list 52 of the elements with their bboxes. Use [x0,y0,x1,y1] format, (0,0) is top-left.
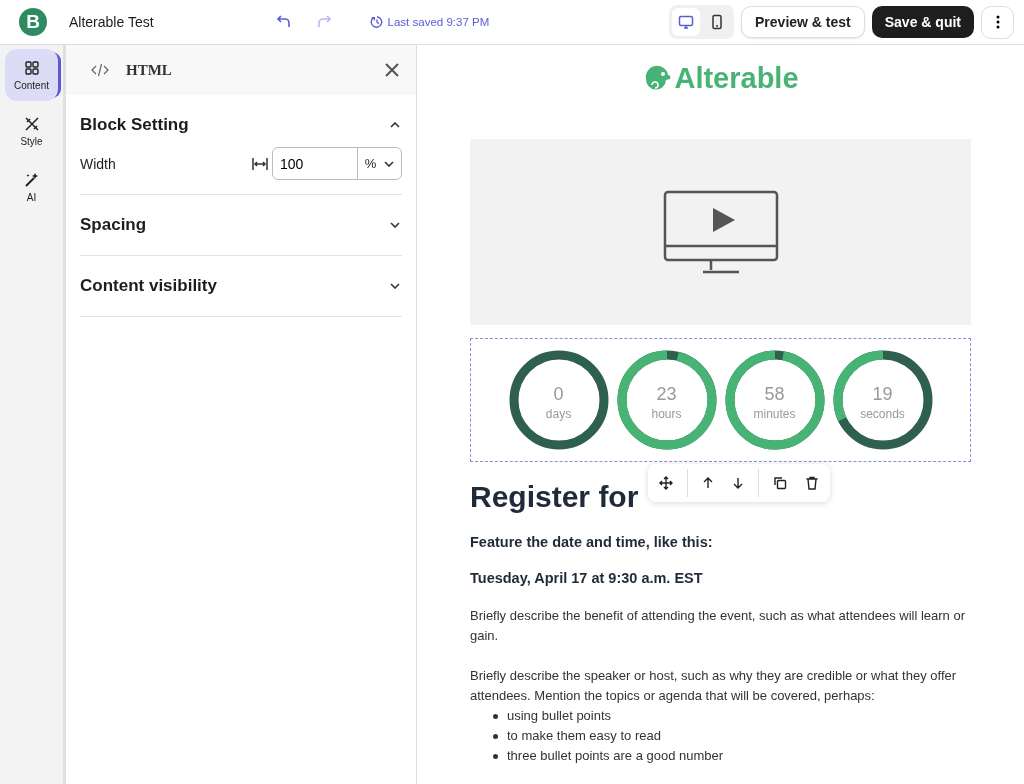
close-icon[interactable] [385,63,399,77]
width-input[interactable]: 100 [273,148,358,179]
monitor-icon[interactable] [678,14,695,30]
preview-button[interactable]: Preview & test [741,6,865,38]
field-label: Width [80,155,116,172]
countdown-value: 58 [764,383,785,405]
save-button[interactable]: Save & quit [871,6,974,38]
bullet-text: using bullet points [507,707,612,725]
brush-icon[interactable] [23,115,40,132]
bullet-text: to make them easy to read [507,727,661,745]
brand-name: Alterable [674,61,799,95]
bullet-text: three bullet points are a good number [507,747,724,765]
move-up-icon[interactable] [702,477,714,489]
email-subheading: Feature the date and time, like this: [470,534,714,550]
rail-tab[interactable]: AI [5,161,58,213]
email-paragraph: Briefly describe the benefit of attending the event, such as what attendees will learn or gain. [470,607,966,645]
chevron-icon[interactable] [390,122,400,128]
countdown-unit: hours [651,406,682,421]
width-field[interactable]: 100 % [272,147,402,180]
panel-title: HTML [126,61,172,79]
chevron-icon[interactable] [390,222,400,228]
last-saved-text: Last saved 9:37 PM [387,16,490,28]
duplicate-icon[interactable] [773,476,787,490]
countdown-unit: minutes [753,406,796,421]
countdown-unit: days [545,406,572,421]
video-icon [662,190,779,274]
desktop-view-button[interactable] [672,8,701,36]
magic-wand-icon[interactable] [23,171,40,188]
move-down-icon[interactable] [732,477,744,489]
section-header[interactable]: Content visibility [80,256,402,316]
rail-tab[interactable]: Content [5,49,58,101]
section-header[interactable]: Spacing [80,195,402,255]
countdown-unit: seconds [860,406,905,421]
countdown-value: 0 [553,383,564,405]
chevron-icon[interactable] [390,283,400,289]
rail-tab[interactable]: Style [5,105,58,157]
width-icon [252,156,268,171]
app-logo[interactable]: B [19,8,47,36]
grid-icon[interactable] [23,59,40,76]
email-paragraph: Briefly describe the speaker or host, such as why they are credible or what they offer attendees. Mention the topics or agenda that will be covered, perhaps: [470,667,958,705]
document-title: Alterable Test [69,14,154,30]
countdown-value: 23 [656,383,677,405]
undo-icon[interactable] [275,14,292,30]
history-icon [369,15,384,29]
email-subheading: Tuesday, April 17 at 9:30 a.m. EST [470,570,704,586]
delete-icon[interactable] [805,476,819,490]
email-heading: Register for [470,480,639,514]
move-icon[interactable] [659,476,673,490]
chevron-icon[interactable] [384,160,395,167]
more-icon[interactable] [995,15,1000,29]
countdown-value: 19 [872,383,893,405]
code-icon [90,62,110,78]
